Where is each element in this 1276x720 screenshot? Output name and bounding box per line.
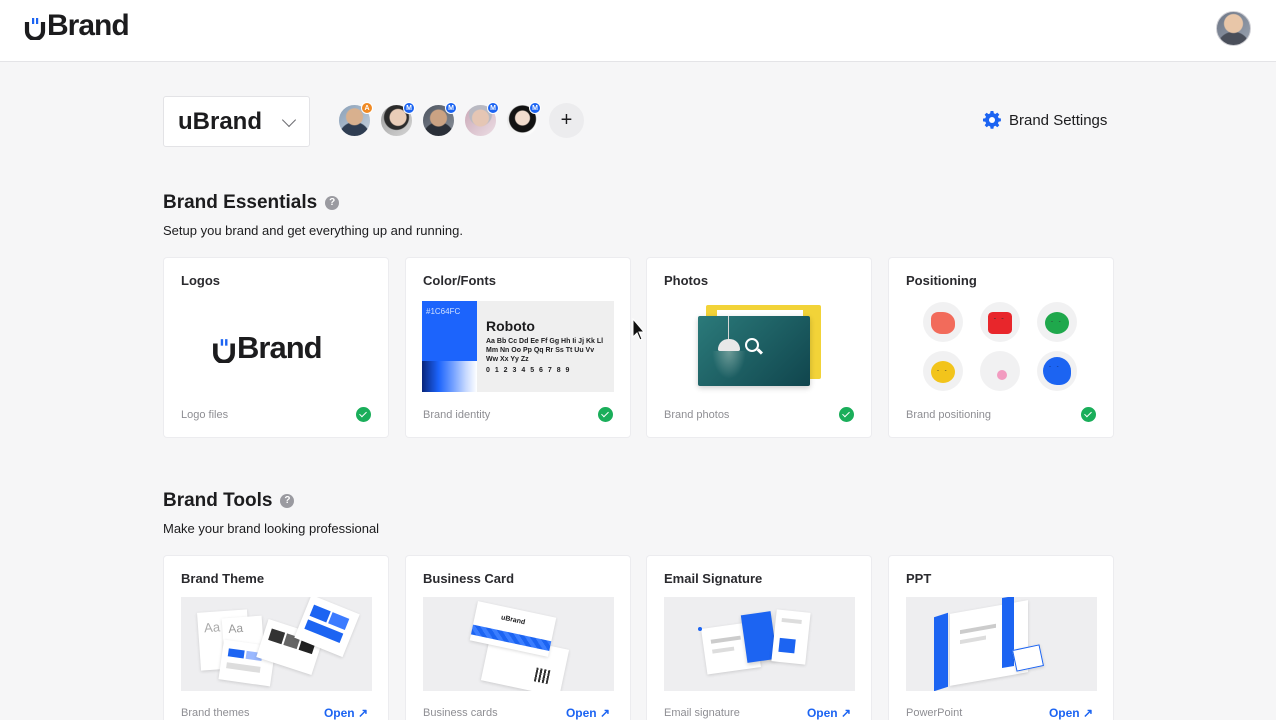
member-avatar[interactable]: M — [463, 102, 499, 138]
help-icon[interactable]: ? — [280, 494, 295, 508]
card-footer: Brand positioning — [906, 409, 992, 421]
card-title: Email Signature — [664, 571, 763, 586]
user-avatar[interactable] — [1216, 11, 1251, 46]
brand-theme-card[interactable]: Brand Theme Aa Aa Brand themes Open ↗ — [164, 556, 388, 720]
mouse-cursor-icon — [632, 318, 646, 341]
photos-card[interactable]: Photos Brand photos — [647, 258, 871, 437]
card-footer: Logo files — [181, 409, 229, 421]
lamp-icon — [718, 339, 740, 351]
card-title: Brand Theme — [181, 571, 265, 586]
square-shape-icon: ˘ ˘ — [988, 312, 1012, 334]
business-card-card[interactable]: Business Card uBrand Business cards Open… — [406, 556, 630, 720]
green-shape-icon: - - — [1045, 312, 1069, 334]
positioning-card[interactable]: Positioning ˘ ˘ - - - - - - Brand positi… — [889, 258, 1113, 437]
email-signature-card[interactable]: Email Signature Email signature Open ↗ — [647, 556, 871, 720]
photo-stack-front — [698, 316, 810, 386]
font-name: Roboto — [486, 318, 535, 334]
ppt-preview — [906, 597, 1097, 691]
logo-preview: Brand — [212, 330, 323, 366]
essentials-subtitle: Setup you brand and get everything up an… — [163, 223, 463, 238]
color-fonts-card[interactable]: Color/Fonts #1C64FC Roboto Aa Bb Cc Dd E… — [406, 258, 630, 437]
open-link[interactable]: Open ↗ — [1049, 706, 1093, 720]
email-signature-preview — [664, 597, 855, 691]
logos-card[interactable]: Logos Brand Logo files — [164, 258, 388, 437]
card-title: Logos — [181, 273, 220, 288]
member-badge: M — [529, 102, 541, 114]
ppt-card[interactable]: PPT PowerPoint Open ↗ — [889, 556, 1113, 720]
tools-title: Brand Tools — [163, 490, 273, 511]
card-footer: Brand identity — [423, 409, 491, 421]
positioning-blob: ˘ ˘ — [980, 302, 1020, 342]
tools-subtitle: Make your brand looking professional — [163, 521, 380, 536]
help-icon[interactable]: ? — [325, 196, 340, 210]
member-badge: M — [487, 102, 499, 114]
card-title: Photos — [664, 273, 709, 288]
search-icon — [745, 338, 759, 352]
open-link[interactable]: Open ↗ — [566, 706, 610, 720]
open-link[interactable]: Open ↗ — [324, 706, 368, 720]
top-bar: Brand — [0, 0, 1276, 62]
member-badge: M — [445, 102, 457, 114]
positioning-blob — [923, 302, 963, 342]
check-icon — [356, 407, 371, 422]
font-digits: 0 1 2 3 4 5 6 7 8 9 — [486, 367, 571, 374]
positioning-blob: - - — [923, 351, 963, 391]
card-logo-text: uBrand — [500, 614, 526, 627]
logo-text: Brand — [47, 9, 130, 42]
member-avatar[interactable]: A — [337, 102, 373, 138]
member-avatar[interactable]: M — [505, 102, 541, 138]
logo-preview-text: Brand — [237, 330, 323, 365]
add-member-button[interactable]: + — [549, 103, 584, 138]
ubrand-logo-mark-icon — [24, 18, 46, 40]
font-glyphs: Aa Bb Cc Dd Ee Ff Gg Hh Ii Jj Kk Ll Mm N… — [486, 338, 604, 363]
card-footer: Business cards — [423, 707, 498, 719]
check-icon — [598, 407, 613, 422]
check-icon — [839, 407, 854, 422]
card-title: Positioning — [906, 273, 977, 288]
blue-shape-icon: - - — [1043, 357, 1071, 385]
card-title: Business Card — [423, 571, 515, 586]
member-avatar[interactable]: M — [421, 102, 457, 138]
card-title: Color/Fonts — [423, 273, 496, 288]
card-footer: PowerPoint — [906, 707, 963, 719]
business-card-preview: uBrand — [423, 597, 614, 691]
card-footer: Brand themes — [181, 707, 250, 719]
positioning-blob: - - — [1037, 351, 1077, 391]
member-badge: M — [403, 102, 415, 114]
open-link[interactable]: Open ↗ — [807, 706, 851, 720]
brand-theme-preview: Aa Aa — [181, 597, 372, 691]
card-footer: Brand photos — [664, 409, 730, 421]
color-font-preview: #1C64FC Roboto Aa Bb Cc Dd Ee Ff Gg Hh I… — [422, 301, 614, 392]
essentials-title: Brand Essentials — [163, 192, 318, 213]
positioning-blob: - - — [1037, 302, 1077, 342]
brand-selector[interactable]: uBrand — [163, 96, 310, 147]
tools-heading: Brand Tools ? — [163, 490, 295, 512]
color-gradient — [422, 361, 477, 392]
pink-shape-icon — [988, 361, 1012, 383]
lamp-cord — [728, 316, 729, 339]
card-footer: Email signature — [664, 707, 740, 719]
red-shape-icon — [931, 312, 955, 334]
member-badge: A — [361, 102, 373, 114]
brand-name: uBrand — [178, 107, 262, 135]
chevron-down-icon — [281, 112, 297, 128]
brand-settings-label: Brand Settings — [1009, 111, 1108, 129]
card-title: PPT — [906, 571, 932, 586]
app-logo[interactable]: Brand — [24, 9, 130, 42]
essentials-heading: Brand Essentials ? — [163, 192, 340, 214]
ubrand-logo-mark-icon — [213, 339, 235, 363]
positioning-blob — [980, 351, 1020, 391]
color-swatch: #1C64FC — [422, 301, 477, 361]
brand-settings-button[interactable]: Brand Settings — [982, 110, 1107, 130]
yellow-shape-icon: - - — [931, 361, 955, 383]
lamp-glow — [712, 351, 746, 379]
check-icon — [1081, 407, 1096, 422]
member-avatar[interactable]: M — [379, 102, 415, 138]
gear-icon — [983, 111, 1001, 129]
